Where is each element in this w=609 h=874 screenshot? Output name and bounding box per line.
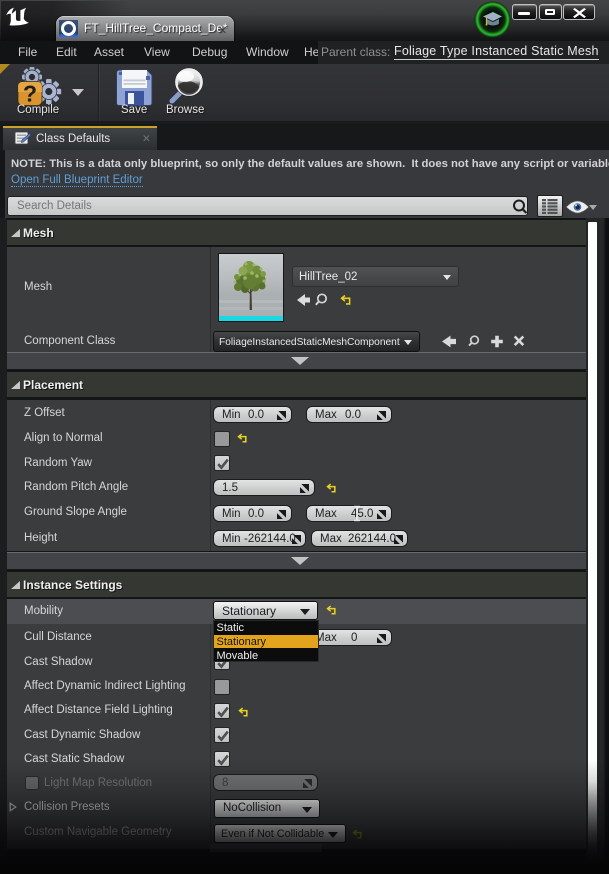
svg-text:?: ?: [23, 81, 37, 107]
